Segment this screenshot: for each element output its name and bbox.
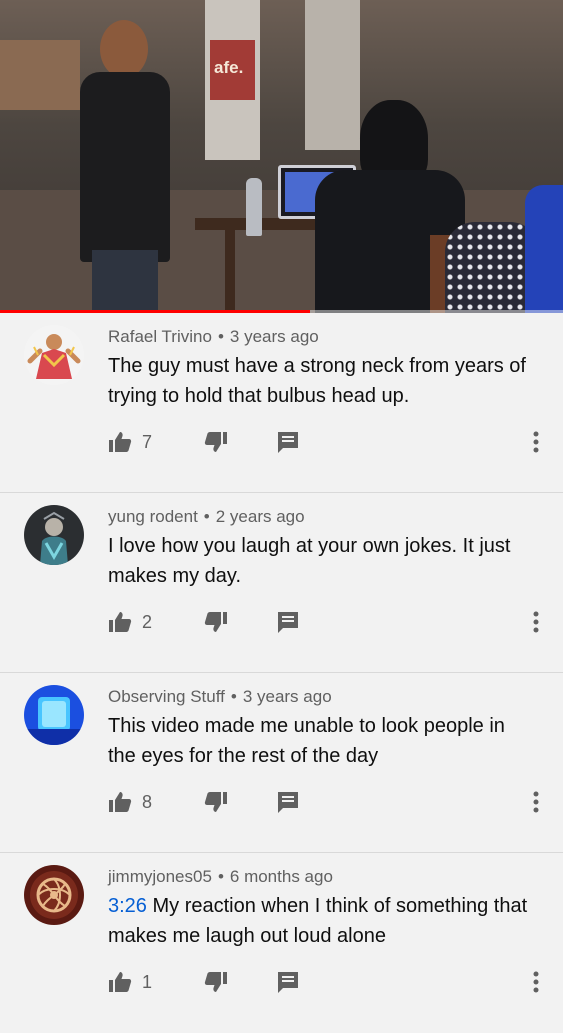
comment-body: My reaction when I think of something th… <box>108 895 528 947</box>
comment-meta: Rafael Trivino • 3 years ago <box>108 327 319 347</box>
video-frame-table-leg <box>225 230 235 313</box>
video-frame-bottle <box>246 178 262 236</box>
more-vert-icon <box>533 791 539 813</box>
comment-text: The guy must have a strong neck from yea… <box>108 351 538 411</box>
thumb-up-icon <box>108 431 132 453</box>
thumb-up-icon <box>108 791 132 813</box>
avatar[interactable] <box>24 865 84 925</box>
thumb-down-icon <box>204 431 228 453</box>
reply-button[interactable] <box>276 429 300 455</box>
comment-body: The guy must have a strong neck from yea… <box>108 355 526 407</box>
like-button[interactable]: 1 <box>108 969 152 995</box>
more-vert-icon <box>533 611 539 633</box>
more-options-button[interactable] <box>526 789 546 815</box>
comment-body: This video made me unable to look people… <box>108 715 505 767</box>
avatar[interactable] <box>24 685 84 745</box>
comment-body: I love how you laugh at your own jokes. … <box>108 535 511 587</box>
reply-button[interactable] <box>276 969 300 995</box>
separator-dot: • <box>230 687 237 706</box>
separator-dot: • <box>217 867 224 886</box>
video-frame-shelf <box>0 40 80 110</box>
like-button[interactable]: 8 <box>108 789 152 815</box>
reply-comment-icon <box>276 970 300 994</box>
more-vert-icon <box>533 431 539 453</box>
more-options-button[interactable] <box>526 969 546 995</box>
comment-author[interactable]: Observing Stuff <box>108 687 225 706</box>
comment-actions: 7 <box>108 429 548 455</box>
video-frame-bag <box>525 185 563 313</box>
dislike-button[interactable] <box>204 789 228 815</box>
timestamp-link[interactable]: 3:26 <box>108 895 147 917</box>
thumb-up-icon <box>108 971 132 993</box>
like-count: 1 <box>142 971 153 992</box>
comment-author[interactable]: Rafael Trivino <box>108 327 212 346</box>
comment-text: I love how you laugh at your own jokes. … <box>108 531 538 591</box>
comment-age: 3 years ago <box>242 687 332 706</box>
comment-item: yung rodent • 2 years ago I love how you l… <box>0 493 563 673</box>
like-button[interactable]: 2 <box>108 609 152 635</box>
comments-list: Rafael Trivino • 3 years ago The guy must … <box>0 313 563 1033</box>
comment-meta: Observing Stuff • 3 years ago <box>108 687 332 707</box>
dislike-button[interactable] <box>204 429 228 455</box>
reply-button[interactable] <box>276 789 300 815</box>
comment-item: jimmyjones05 • 6 months ago 3:26 My reacti… <box>0 853 563 1033</box>
reply-comment-icon <box>276 790 300 814</box>
comment-author[interactable]: yung rodent <box>108 507 198 526</box>
like-count: 7 <box>142 431 153 452</box>
comment-actions: 1 <box>108 969 548 995</box>
thumb-down-icon <box>204 791 228 813</box>
dislike-button[interactable] <box>204 609 228 635</box>
thumb-down-icon <box>204 971 228 993</box>
comment-actions: 8 <box>108 789 548 815</box>
reply-comment-icon <box>276 430 300 454</box>
more-options-button[interactable] <box>526 429 546 455</box>
dislike-button[interactable] <box>204 969 228 995</box>
comment-item: Observing Stuff • 3 years ago This video m… <box>0 673 563 853</box>
comment-text: This video made me unable to look people… <box>108 711 538 771</box>
reply-comment-icon <box>276 610 300 634</box>
like-button[interactable]: 7 <box>108 429 152 455</box>
comment-author[interactable]: jimmyjones05 <box>108 867 212 886</box>
avatar[interactable] <box>24 325 84 385</box>
separator-dot: • <box>203 507 210 526</box>
thumb-down-icon <box>204 611 228 633</box>
avatar[interactable] <box>24 505 84 565</box>
comment-actions: 2 <box>108 609 548 635</box>
video-frame-man <box>80 20 170 313</box>
like-count: 2 <box>142 611 153 632</box>
comment-meta: jimmyjones05 • 6 months ago <box>108 867 333 887</box>
video-player[interactable]: afe. <box>0 0 563 313</box>
reply-button[interactable] <box>276 609 300 635</box>
comment-age: 3 years ago <box>229 327 319 346</box>
video-frame-table <box>195 218 335 230</box>
more-options-button[interactable] <box>526 609 546 635</box>
comment-age: 2 years ago <box>215 507 305 526</box>
comment-item: Rafael Trivino • 3 years ago The guy must … <box>0 313 563 493</box>
separator-dot: • <box>217 327 224 346</box>
comment-text: 3:26 My reaction when I think of somethi… <box>108 891 538 951</box>
video-frame-sign-text: afe. <box>214 58 244 77</box>
more-vert-icon <box>533 971 539 993</box>
comment-age: 6 months ago <box>229 867 333 886</box>
comment-meta: yung rodent • 2 years ago <box>108 507 305 527</box>
thumb-up-icon <box>108 611 132 633</box>
like-count: 8 <box>142 791 153 812</box>
